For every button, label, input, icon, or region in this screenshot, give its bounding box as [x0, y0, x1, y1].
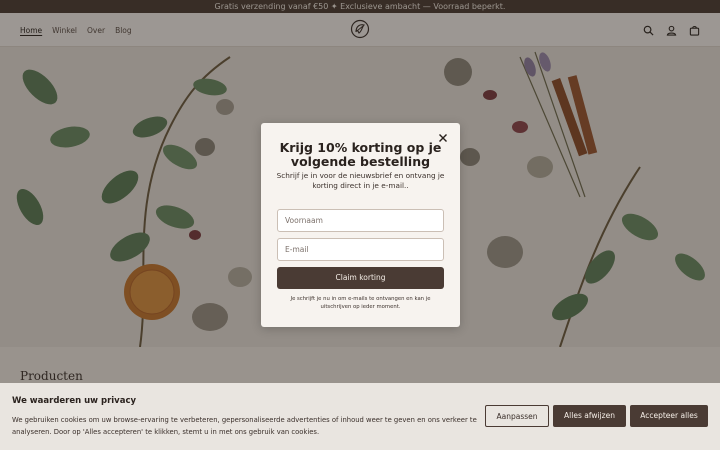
claim-discount-button[interactable]: Claim korting	[277, 267, 444, 289]
cookie-title: We waarderen uw privacy	[12, 396, 137, 406]
modal-description: Schrijf je in voor de nieuwsbrief en ont…	[276, 171, 445, 190]
email-field[interactable]	[277, 238, 444, 261]
reject-all-button[interactable]: Alles afwijzen	[553, 405, 626, 427]
newsletter-modal: Krijg 10% korting op je volgende bestell…	[261, 123, 460, 327]
modal-fineprint: Je schrijft je nu in om e-mails te ontva…	[290, 296, 431, 310]
customize-button[interactable]: Aanpassen	[485, 405, 549, 427]
first-name-field[interactable]	[277, 209, 444, 232]
accept-all-button[interactable]: Accepteer alles	[630, 405, 708, 427]
cookie-banner: We waarderen uw privacy We gebruiken coo…	[0, 383, 720, 450]
modal-title: Krijg 10% korting op je volgende bestell…	[279, 140, 442, 169]
cookie-text: We gebruiken cookies om uw browse-ervari…	[12, 416, 477, 436]
